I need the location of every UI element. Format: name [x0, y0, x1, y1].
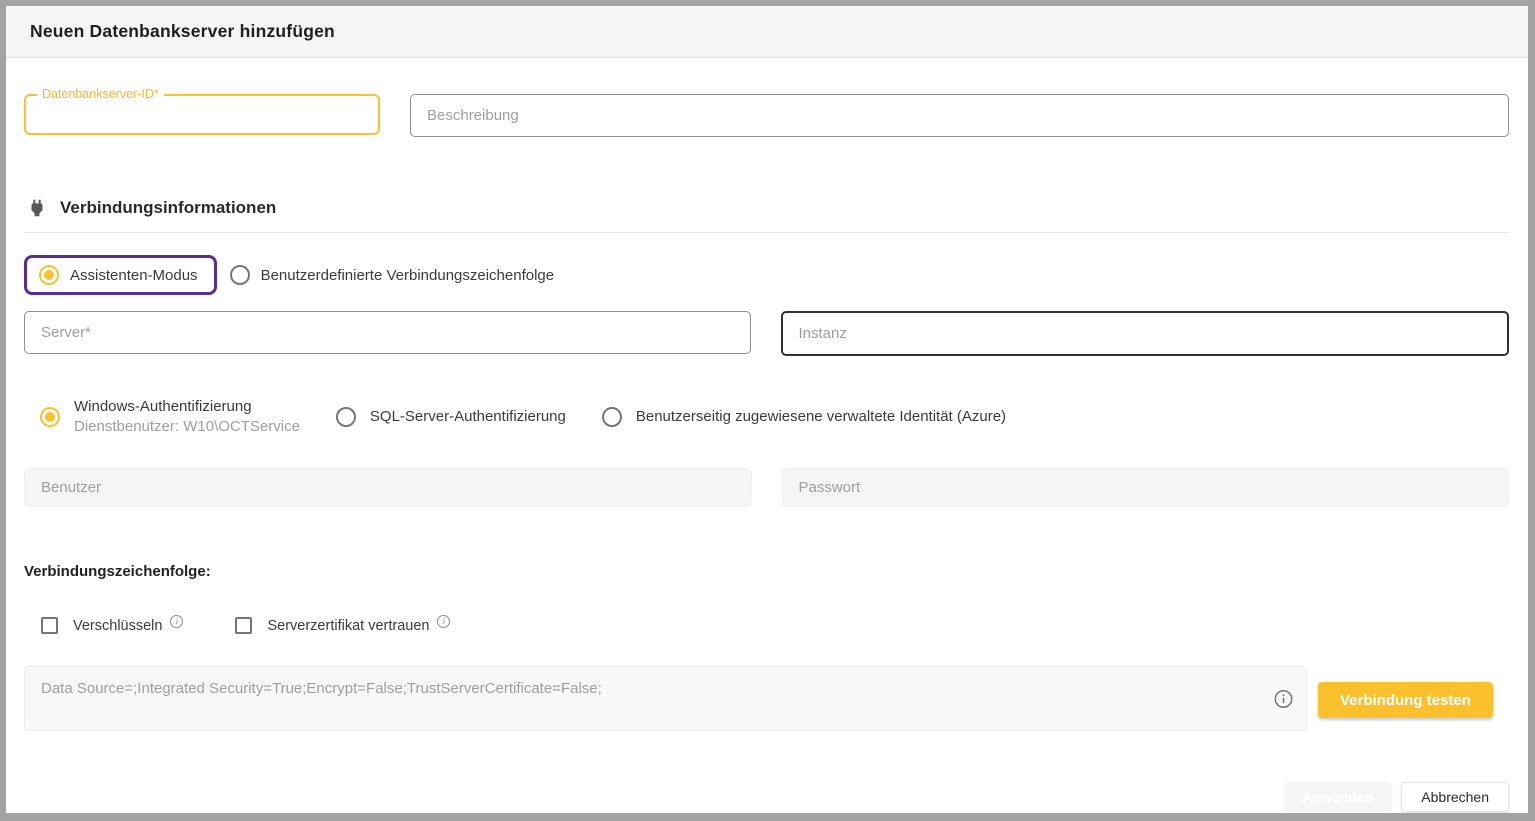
windows-auth-label: Windows-Authentifizierung — [74, 398, 300, 415]
radio-selected-icon[interactable] — [39, 265, 59, 285]
windows-auth-radio[interactable]: Windows-Authentifizierung Dienstbenutzer… — [40, 398, 300, 435]
mode-radio-row: Assistenten-Modus Benutzerdefinierte Ver… — [24, 255, 1509, 295]
encrypt-label: Verschlüsseln — [73, 618, 162, 634]
database-server-id-input[interactable] — [26, 96, 378, 133]
sql-auth-radio[interactable]: SQL-Server-Authentifizierung — [336, 407, 566, 427]
sql-auth-label: SQL-Server-Authentifizierung — [370, 408, 566, 425]
connection-string-box: Data Source=;Integrated Security=True;En… — [24, 666, 1307, 731]
apply-button: Anwenden — [1284, 782, 1393, 812]
credentials-row — [24, 468, 1509, 507]
encrypt-checkbox[interactable] — [41, 617, 58, 634]
trust-certificate-checkbox[interactable] — [235, 617, 252, 634]
radio-unselected-icon[interactable] — [602, 407, 622, 427]
custom-connection-label: Benutzerdefinierte Verbindungszeichenfol… — [261, 267, 555, 284]
section-divider — [24, 232, 1509, 233]
checkbox-row: Verschlüsseln i Serverzertifikat vertrau… — [24, 617, 1509, 634]
connection-string-row: Data Source=;Integrated Security=True;En… — [24, 666, 1509, 731]
trust-certificate-checkbox-group: Serverzertifikat vertrauen i — [235, 617, 450, 634]
id-description-row: Datenbankserver-ID* — [24, 94, 1509, 137]
custom-connection-radio[interactable]: Benutzerdefinierte Verbindungszeichenfol… — [230, 265, 555, 285]
instance-input[interactable] — [781, 311, 1510, 356]
connection-string-heading: Verbindungszeichenfolge: — [24, 563, 1509, 580]
radio-selected-icon[interactable] — [40, 407, 60, 427]
windows-auth-sublabel: Dienstbenutzer: W10\OCTService — [74, 418, 300, 435]
authentication-radio-row: Windows-Authentifizierung Dienstbenutzer… — [24, 398, 1509, 435]
wizard-mode-radio[interactable]: Assistenten-Modus — [24, 255, 217, 295]
database-server-id-field: Datenbankserver-ID* — [24, 94, 380, 135]
azure-identity-label: Benutzerseitig zugewiesene verwaltete Id… — [636, 408, 1006, 425]
plug-icon — [26, 197, 48, 219]
encrypt-checkbox-group: Verschlüsseln i — [41, 617, 183, 634]
encrypt-info-icon[interactable]: i — [170, 615, 183, 628]
trust-certificate-info-icon[interactable]: i — [437, 615, 450, 628]
dialog-title: Neuen Datenbankserver hinzufügen — [30, 21, 335, 42]
footer-actions: Anwenden Abbrechen — [1284, 782, 1510, 812]
connection-string-info-icon[interactable] — [1273, 688, 1294, 709]
dialog-content: Datenbankserver-ID* Verbindungsinformati… — [6, 58, 1528, 813]
section-title: Verbindungsinformationen — [60, 198, 276, 218]
server-input[interactable] — [24, 311, 751, 354]
password-input — [782, 468, 1510, 507]
trust-certificate-label: Serverzertifikat vertrauen — [267, 618, 429, 634]
azure-identity-radio[interactable]: Benutzerseitig zugewiesene verwaltete Id… — [602, 407, 1006, 427]
cancel-button[interactable]: Abbrechen — [1401, 782, 1509, 812]
radio-unselected-icon[interactable] — [336, 407, 356, 427]
database-server-id-label: Datenbankserver-ID* — [37, 87, 164, 101]
connection-info-section-header: Verbindungsinformationen — [24, 197, 1509, 219]
server-instance-row — [24, 311, 1509, 356]
test-connection-button[interactable]: Verbindung testen — [1318, 682, 1493, 718]
dialog-window: Neuen Datenbankserver hinzufügen Datenba… — [0, 0, 1535, 821]
wizard-mode-label: Assistenten-Modus — [70, 267, 198, 284]
user-input — [24, 468, 752, 507]
description-input[interactable] — [410, 94, 1509, 137]
dialog-titlebar: Neuen Datenbankserver hinzufügen — [6, 6, 1528, 58]
connection-string-value: Data Source=;Integrated Security=True;En… — [41, 680, 602, 697]
radio-unselected-icon[interactable] — [230, 265, 250, 285]
